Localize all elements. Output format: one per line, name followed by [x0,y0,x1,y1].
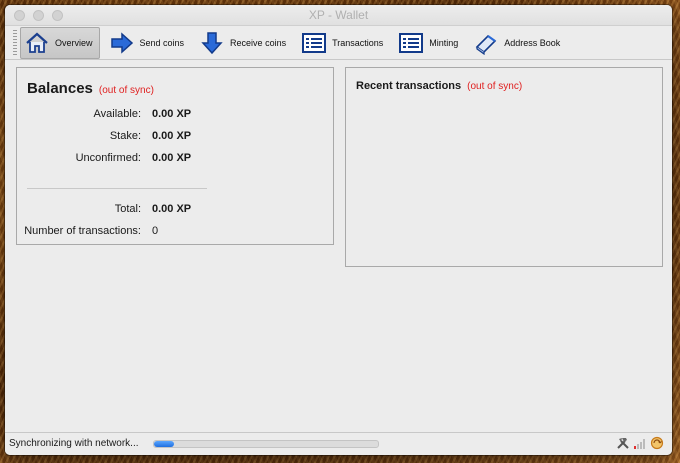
recent-transactions-heading: Recent transactions [356,80,462,92]
stake-row: Stake: [17,130,141,144]
balances-sync-status: (out of sync) [98,85,154,96]
tab-minting-label: Minting [429,37,459,48]
home-icon [25,31,49,55]
wallet-window: XP - Wallet Overview Send coins Receive … [5,5,672,455]
toolbar-grip-handle[interactable] [13,29,17,56]
send-arrow-icon [110,31,134,55]
recent-transactions-title: Recent transactions (out of sync) [356,80,522,92]
overview-page: Balances (out of sync) Available: 0.00 XP… [5,60,672,433]
tab-receive-coins-label: Receive coins [230,37,287,48]
num-transactions-value: 0 [152,225,159,237]
recent-sync-status: (out of sync) [467,81,523,92]
available-row: Available: [17,108,142,122]
total-row: Total: [17,203,141,217]
unconfirmed-value: 0.00 XP [152,152,192,164]
tab-address-book[interactable]: Address Book [470,28,566,58]
unconfirmed-row: Unconfirmed: [17,152,141,166]
sync-status-text: Synchronizing with network... [9,438,139,449]
total-value: 0.00 XP [152,203,192,215]
sync-progress-bar [153,440,379,448]
title-bar: XP - Wallet [5,5,672,26]
num-transactions-row: Number of transactions: [17,225,141,239]
tab-transactions-label: Transactions [332,37,384,48]
list-icon [302,31,327,55]
tab-overview-label: Overview [55,37,93,48]
tab-send-coins[interactable]: Send coins [106,28,191,58]
stake-value: 0.00 XP [152,130,192,142]
status-bar: Synchronizing with network... [5,432,672,455]
receive-arrow-icon [200,31,224,55]
sync-status-icon[interactable] [650,436,664,453]
status-tray [616,436,664,453]
tab-overview[interactable]: Overview [20,26,100,59]
tab-transactions[interactable]: Transactions [298,28,389,58]
sync-progress-fill [154,441,175,447]
main-toolbar: Overview Send coins Receive coins Transa… [5,26,672,60]
tab-minting[interactable]: Minting [395,28,464,58]
available-value: 0.00 XP [152,108,192,120]
address-book-icon [474,31,498,55]
stake-label: Stake: [109,130,141,142]
tab-receive-coins[interactable]: Receive coins [196,28,292,58]
balances-heading: Balances [27,80,93,97]
recent-transactions-panel: Recent transactions (out of sync) [345,67,663,267]
mining-tools-icon[interactable] [616,436,630,453]
balances-panel: Balances (out of sync) Available: 0.00 XP… [16,67,334,245]
list-icon [399,31,424,55]
balances-divider [27,188,207,189]
tab-send-coins-label: Send coins [139,37,185,48]
connection-signal-icon[interactable] [633,436,647,453]
window-title: XP - Wallet [308,8,369,22]
total-label: Total: [114,203,141,215]
num-transactions-label: Number of transactions: [24,225,141,237]
unconfirmed-label: Unconfirmed: [75,152,141,164]
available-label: Available: [93,108,142,120]
balances-title: Balances (out of sync) [27,80,154,97]
tab-address-book-label: Address Book [504,37,561,48]
